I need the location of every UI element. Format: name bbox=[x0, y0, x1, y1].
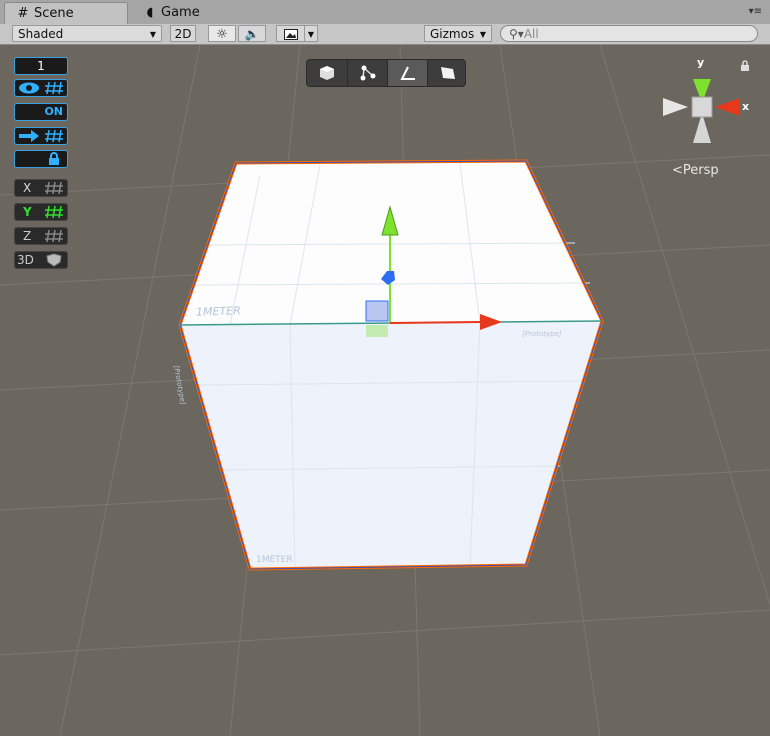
3d-label: 3D bbox=[17, 253, 34, 267]
scene-render bbox=[0, 45, 770, 736]
search-placeholder: All bbox=[523, 27, 539, 41]
shading-mode-label: Shaded bbox=[18, 27, 64, 41]
y-axis-toggle[interactable]: Y bbox=[14, 203, 68, 221]
arrow-right-icon bbox=[19, 130, 39, 142]
xz-plane-handle bbox=[366, 325, 388, 337]
cube-label-top-left: 1METER bbox=[195, 304, 241, 319]
grid-icon bbox=[45, 181, 63, 195]
z-axis-toggle[interactable]: Z bbox=[14, 227, 68, 245]
pacman-icon: ◖ bbox=[146, 5, 154, 20]
grid-icon bbox=[45, 81, 63, 95]
vertex-mode-button[interactable] bbox=[347, 60, 387, 86]
shield-icon bbox=[46, 253, 62, 267]
tab-game-label: Game bbox=[161, 5, 200, 20]
lock-icon[interactable] bbox=[740, 60, 750, 72]
neg-x-cone bbox=[663, 98, 688, 116]
gizmo-x-label: x bbox=[742, 100, 750, 113]
grid-icon bbox=[45, 229, 63, 243]
z-axis-label: Z bbox=[23, 229, 32, 243]
tab-bar: # Scene ◖ Game ▾≡ bbox=[0, 0, 770, 24]
tab-menu-icon[interactable]: ▾≡ bbox=[749, 6, 762, 17]
3d-toggle[interactable]: 3D bbox=[14, 251, 68, 269]
chevron-left-icon: < bbox=[672, 163, 683, 178]
tab-scene[interactable]: # Scene bbox=[4, 2, 128, 24]
lock-toggle[interactable] bbox=[14, 150, 68, 168]
speaker-icon: 🔈 bbox=[244, 27, 260, 41]
vertex-icon bbox=[360, 65, 375, 81]
eye-icon bbox=[19, 82, 39, 94]
cube-label-bottom-left: 1METER bbox=[256, 555, 293, 565]
edge-icon bbox=[399, 66, 415, 80]
x-axis-toggle[interactable]: X bbox=[14, 179, 68, 197]
layer-count-badge[interactable]: 1 bbox=[14, 57, 68, 75]
padlock-icon bbox=[49, 152, 59, 165]
audio-toggle-button[interactable]: 🔈 bbox=[238, 25, 266, 42]
sun-icon: ☼ bbox=[216, 27, 228, 42]
shading-mode-dropdown[interactable]: Shaded ▼ bbox=[12, 25, 162, 42]
move-snap-toggle[interactable] bbox=[14, 127, 68, 145]
face-mode-button[interactable] bbox=[427, 60, 467, 86]
cube-front-face[interactable] bbox=[180, 321, 602, 569]
orientation-gizmo[interactable] bbox=[663, 79, 740, 143]
image-icon bbox=[284, 29, 298, 40]
cube-icon bbox=[319, 66, 334, 80]
projection-label: Persp bbox=[682, 163, 719, 178]
x-cone bbox=[715, 98, 740, 116]
gizmos-dropdown[interactable]: Gizmos ▼ bbox=[424, 25, 492, 42]
scene-viewport[interactable]: 1METER 1METER [Prototype] [Prototype] 1 … bbox=[0, 45, 770, 736]
cube-label-prototype: [Prototype] bbox=[522, 330, 562, 338]
projection-toggle[interactable]: <Persp bbox=[672, 163, 719, 178]
gizmo-y-label: y bbox=[697, 56, 705, 69]
gizmos-label: Gizmos bbox=[430, 27, 475, 41]
tab-scene-label: Scene bbox=[34, 6, 74, 21]
search-icon: ⚲▾ bbox=[509, 27, 524, 41]
y-axis-label: Y bbox=[23, 205, 32, 219]
hash-icon: # bbox=[17, 6, 29, 21]
visibility-toggle[interactable] bbox=[14, 79, 68, 97]
tab-game[interactable]: ◖ Game bbox=[140, 2, 200, 24]
2d-toggle-button[interactable]: 2D bbox=[170, 25, 196, 42]
face-icon bbox=[440, 67, 455, 79]
grid-icon bbox=[45, 205, 63, 219]
snap-on-toggle[interactable]: ON bbox=[14, 103, 68, 121]
x-axis-label: X bbox=[23, 181, 32, 195]
grid-icon bbox=[45, 129, 63, 143]
selection-mode-bar bbox=[306, 59, 466, 87]
scene-toolbar: Shaded ▼ 2D ☼ 🔈 ▼ Gizmos ▼ ⚲▾All bbox=[0, 24, 770, 45]
lighting-toggle-button[interactable]: ☼ bbox=[208, 25, 236, 42]
dropdown-arrow-icon: ▼ bbox=[149, 30, 156, 39]
search-input[interactable]: ⚲▾All bbox=[500, 25, 758, 42]
edge-mode-button[interactable] bbox=[387, 60, 427, 86]
dropdown-arrow-icon: ▼ bbox=[479, 30, 486, 39]
effects-toggle-button[interactable] bbox=[276, 25, 306, 42]
object-mode-button[interactable] bbox=[307, 60, 346, 86]
effects-dropdown-arrow[interactable]: ▼ bbox=[304, 25, 318, 42]
xy-plane-handle bbox=[365, 300, 389, 322]
